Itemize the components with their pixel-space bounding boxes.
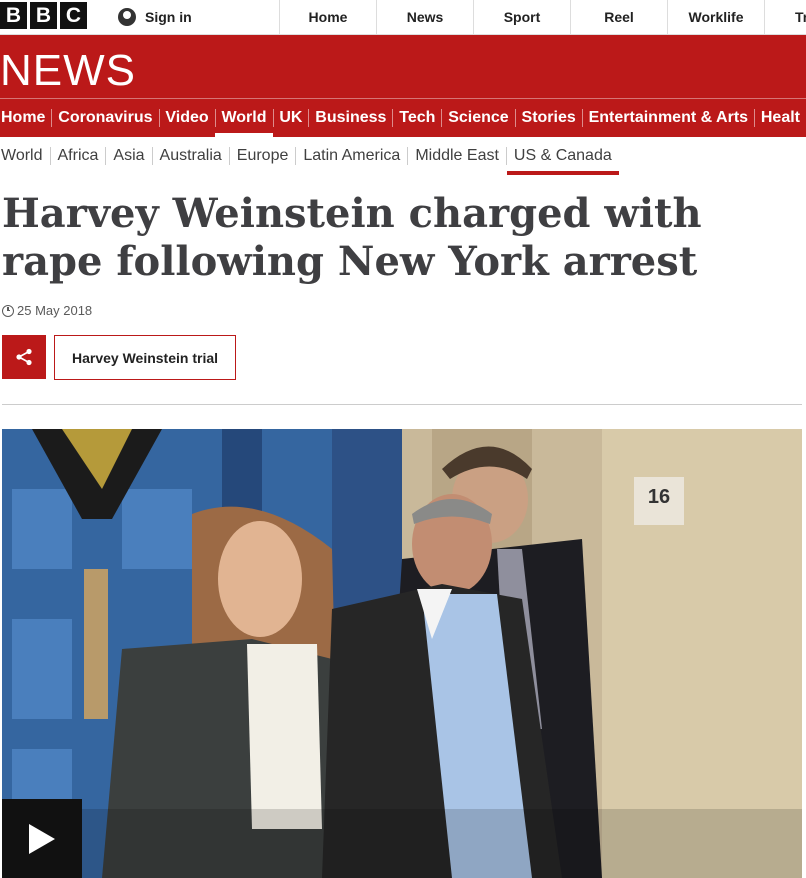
- sub-nav-africa[interactable]: Africa: [51, 137, 106, 175]
- sub-nav-latin-america[interactable]: Latin America: [296, 137, 407, 175]
- top-nav-reel[interactable]: Reel: [571, 0, 668, 34]
- sub-nav-asia[interactable]: Asia: [106, 137, 151, 175]
- user-icon: [118, 8, 136, 26]
- article-video[interactable]: 16: [2, 429, 802, 878]
- section-nav-tech[interactable]: Tech: [393, 99, 441, 137]
- sub-nav-australia[interactable]: Australia: [153, 137, 229, 175]
- article-date-text: 25 May 2018: [17, 303, 93, 318]
- section-nav-science[interactable]: Science: [442, 99, 514, 137]
- video-play-button[interactable]: [2, 799, 82, 878]
- play-icon: [29, 823, 55, 854]
- news-logo[interactable]: NEWS: [0, 46, 136, 96]
- bbc-logo-letter: B: [30, 2, 57, 29]
- sub-nav-us-canada[interactable]: US & Canada: [506, 137, 619, 175]
- section-nav-health[interactable]: Healt: [755, 99, 806, 137]
- sign-in-link[interactable]: Sign in: [96, 0, 280, 34]
- video-still-image: 16: [2, 429, 802, 878]
- sub-nav-europe[interactable]: Europe: [230, 137, 296, 175]
- section-nav-home[interactable]: Home: [0, 99, 51, 137]
- section-nav-entertainment-arts[interactable]: Entertainment & Arts: [583, 99, 754, 137]
- clock-icon: [2, 304, 14, 317]
- section-nav-business[interactable]: Business: [309, 99, 392, 137]
- top-nav-home[interactable]: Home: [280, 0, 377, 34]
- section-nav-world[interactable]: World: [215, 99, 273, 137]
- section-nav-coronavirus[interactable]: Coronavirus: [52, 99, 158, 137]
- section-nav: Home Coronavirus Video World UK Business…: [0, 99, 806, 137]
- top-nav-worklife[interactable]: Worklife: [668, 0, 765, 34]
- bbc-logo[interactable]: B B C: [0, 2, 87, 29]
- sub-nav: World Africa Asia Australia Europe Latin…: [0, 137, 806, 175]
- top-nav-sport[interactable]: Sport: [474, 0, 571, 34]
- top-nav-travel[interactable]: Tr: [765, 0, 806, 34]
- bbc-logo-letter: C: [60, 2, 87, 29]
- divider: [2, 404, 802, 405]
- article-headline: Harvey Weinstein charged with rape follo…: [2, 190, 702, 285]
- bbc-logo-letter: B: [0, 2, 27, 29]
- section-nav-stories[interactable]: Stories: [516, 99, 582, 137]
- share-icon: [16, 348, 32, 366]
- news-banner: NEWS: [0, 35, 806, 99]
- top-bar: B B C Sign in Home News Sport Reel Workl…: [0, 0, 806, 35]
- section-nav-uk[interactable]: UK: [273, 99, 308, 137]
- sub-nav-middle-east[interactable]: Middle East: [408, 137, 506, 175]
- share-button[interactable]: [2, 335, 46, 379]
- top-nav: Home News Sport Reel Worklife Tr: [280, 0, 806, 34]
- building-number-sign: 16: [648, 486, 670, 508]
- topic-tag-link[interactable]: Harvey Weinstein trial: [54, 335, 236, 380]
- top-nav-news[interactable]: News: [377, 0, 474, 34]
- article-date: 25 May 2018: [2, 303, 92, 318]
- sign-in-label: Sign in: [145, 9, 192, 25]
- section-nav-video[interactable]: Video: [159, 99, 214, 137]
- sub-nav-world[interactable]: World: [0, 137, 50, 175]
